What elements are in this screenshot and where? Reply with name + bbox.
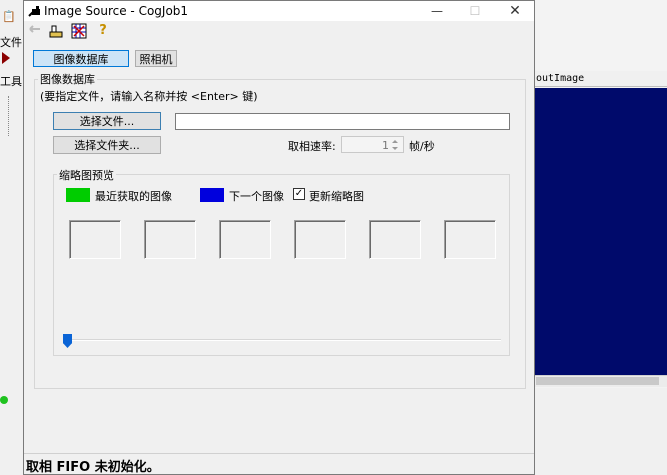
camera-app-icon [28,4,42,18]
recent-image-label: 最近获取的图像 [95,190,172,203]
section-title: 图像数据库 [38,71,97,87]
tab-image-database[interactable]: 图像数据库 [33,50,129,67]
arrow-icon[interactable] [27,23,43,39]
thumbnail-slider-track[interactable] [64,339,501,341]
update-thumbnails-label: 更新缩略图 [309,190,364,203]
image-grid-icon[interactable] [71,23,87,39]
maximize-button[interactable]: ☐ [458,1,492,21]
frame-rate-stepper[interactable]: 1 [341,136,404,153]
status-message: 取相 FIFO 未初始化。 [26,460,160,475]
select-folder-button[interactable]: 选择文件夹... [53,136,161,154]
update-thumbnails-checkbox[interactable]: ✓ [293,188,305,200]
background-tool-label: 工具 [0,75,22,88]
next-image-color-swatch [200,188,224,202]
image-display-area [534,88,667,375]
help-icon[interactable]: ? [95,23,111,39]
status-indicator-icon [0,396,8,404]
status-divider [24,453,534,454]
file-path-input[interactable] [175,113,510,130]
stepper-arrows-icon[interactable] [392,138,402,152]
section-hint: (要指定文件，请输入名称并按 <Enter> 键) [40,90,258,103]
title-bar: Image Source - CogJob1 — ☐ ✕ [24,1,534,21]
thumbnail-3[interactable] [219,220,271,259]
camera-icon[interactable] [48,23,64,39]
thumbnail-1[interactable] [69,220,121,259]
image-display-header: outImage [534,71,667,87]
image-source-dialog: Image Source - CogJob1 — ☐ ✕ ? 图像数据库 照相机… [23,0,535,475]
thumbnail-5[interactable] [369,220,421,259]
frame-rate-unit: 帧/秒 [409,140,435,153]
run-arrow-icon [2,52,10,64]
thumbnail-6[interactable] [444,220,496,259]
image-display-scroll-thumb[interactable] [536,377,659,385]
close-button[interactable]: ✕ [498,1,532,21]
tree-connector [8,96,22,136]
frame-rate-label: 取相速率: [288,140,336,153]
background-app-icon: 📋 [2,10,16,23]
select-file-button[interactable]: 选择文件... [53,112,161,130]
thumbnail-preview-title: 缩略图预览 [57,167,116,183]
thumbnail-4[interactable] [294,220,346,259]
recent-image-color-swatch [66,188,90,202]
frame-rate-value: 1 [382,139,389,152]
minimize-button[interactable]: — [420,1,454,21]
background-menu-file: 文件 [0,36,22,49]
window-title: Image Source - CogJob1 [44,4,189,18]
next-image-label: 下一个图像 [229,190,284,203]
tab-camera[interactable]: 照相机 [135,50,177,67]
thumbnail-2[interactable] [144,220,196,259]
image-display-title: outImage [536,73,585,84]
